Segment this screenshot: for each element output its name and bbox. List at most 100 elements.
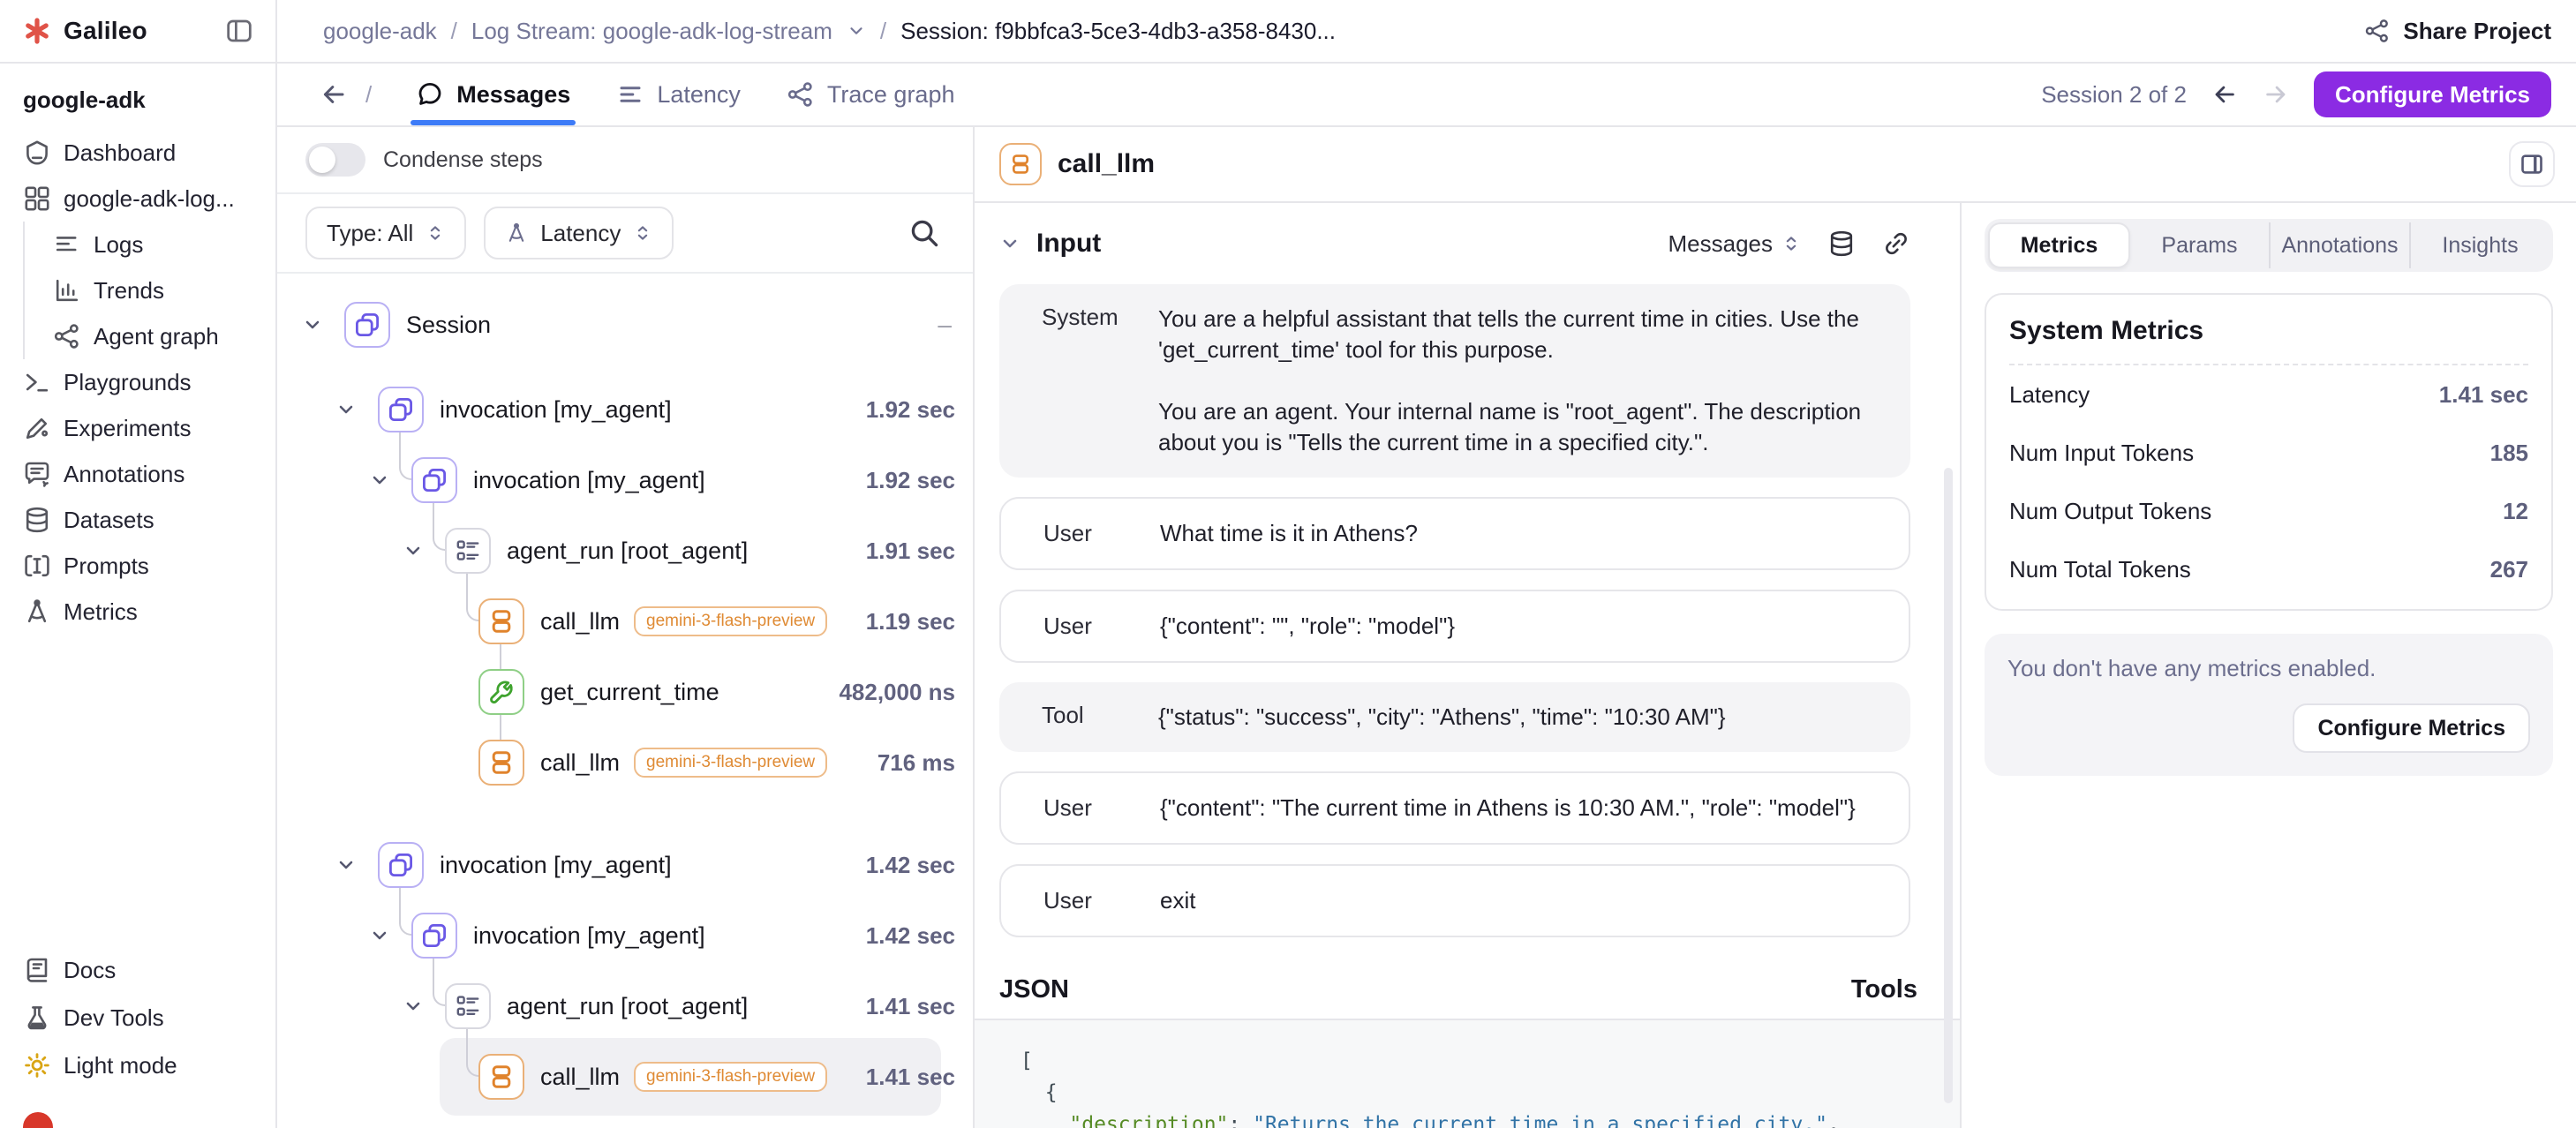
tree-row-agent-run-root-agent[interactable]: agent_run [root_agent]1.91 sec bbox=[277, 515, 973, 586]
search-icon[interactable] bbox=[908, 216, 941, 250]
configure-metrics-secondary-button[interactable]: Configure Metrics bbox=[2293, 703, 2530, 753]
flask-icon bbox=[23, 1004, 51, 1032]
collapse-sidebar-icon[interactable] bbox=[224, 16, 254, 46]
sidebar-item-dashboard[interactable]: Dashboard bbox=[0, 130, 275, 176]
metrics-empty-card: You don't have any metrics enabled. Conf… bbox=[1985, 634, 2553, 776]
expand-chevron-icon[interactable] bbox=[335, 399, 357, 420]
tab-trace-graph[interactable]: Trace graph bbox=[764, 64, 978, 125]
sidebar-item-agent-graph[interactable]: Agent graph bbox=[23, 313, 275, 359]
scrollbar-thumb[interactable] bbox=[1944, 468, 1953, 1103]
type-filter-dropdown[interactable]: Type: All bbox=[305, 207, 466, 259]
breadcrumb-log-stream[interactable]: Log Stream: google-adk-log-stream bbox=[471, 18, 832, 45]
sidebar-header: Galileo bbox=[0, 0, 275, 64]
message-card-user[interactable]: Userexit bbox=[999, 864, 1910, 937]
sidebar-item-dev-tools[interactable]: Dev Tools bbox=[0, 994, 275, 1042]
sidebar-item-label: Agent graph bbox=[94, 323, 219, 350]
span-duration: 1.42 sec bbox=[866, 900, 955, 971]
expand-chevron-icon[interactable] bbox=[369, 470, 390, 491]
app-window: Galileo google-adk Dashboardgoogle-adk-l… bbox=[0, 0, 2576, 1128]
tree-row-get-current-time[interactable]: get_current_time482,000 ns bbox=[277, 657, 973, 727]
metrics-panel-tabs: MetricsParamsAnnotationsInsights bbox=[1985, 219, 2553, 272]
tree-row-agent-run-root-agent[interactable]: agent_run [root_agent]1.41 sec bbox=[277, 971, 973, 1042]
span-duration: 1.19 sec bbox=[866, 586, 955, 657]
sidebar-item-trends[interactable]: Trends bbox=[23, 267, 275, 313]
previous-session-icon[interactable] bbox=[2211, 81, 2238, 108]
tools-json-code: [ { "description": "Returns the current … bbox=[975, 1020, 1960, 1128]
expand-chevron-icon[interactable] bbox=[369, 925, 390, 946]
sidebar-item-light-mode[interactable]: Light mode bbox=[0, 1042, 275, 1089]
message-card-user[interactable]: User{"content": "The current time in Ath… bbox=[999, 771, 1910, 845]
tree-row-session[interactable]: Session– bbox=[277, 290, 973, 360]
tree-row-invocation-my-agent[interactable]: invocation [my_agent]1.42 sec bbox=[277, 830, 973, 900]
message-role: Tool bbox=[1042, 702, 1158, 733]
span-label: agent_run [root_agent] bbox=[507, 538, 748, 565]
sidebar-item-annotations[interactable]: Annotations bbox=[0, 451, 275, 497]
sidebar-item-label: Metrics bbox=[64, 598, 138, 626]
back-arrow-icon[interactable] bbox=[320, 80, 348, 109]
share-project-button[interactable]: Share Project bbox=[2364, 18, 2551, 45]
panel-tab-insights[interactable]: Insights bbox=[2409, 222, 2550, 268]
panel-tab-params[interactable]: Params bbox=[2130, 222, 2269, 268]
view-mode-select[interactable]: Messages bbox=[1668, 230, 1802, 258]
metric-label: Latency bbox=[2009, 381, 2090, 409]
app-title: Galileo bbox=[64, 17, 147, 45]
condense-steps-toggle[interactable] bbox=[305, 143, 365, 177]
model-badge: gemini-3-flash-preview bbox=[634, 748, 827, 778]
metric-value: 1.41 sec bbox=[2439, 381, 2528, 409]
tree-row-invocation-my-agent[interactable]: invocation [my_agent]1.92 sec bbox=[277, 374, 973, 445]
tree-row-invocation-my-agent[interactable]: invocation [my_agent]1.42 sec bbox=[277, 900, 973, 971]
sidebar-item-label: Playgrounds bbox=[64, 369, 192, 396]
tree-row-call-llm[interactable]: call_llmgemini-3-flash-preview1.19 sec bbox=[277, 586, 973, 657]
sidebar-item-prompts[interactable]: Prompts bbox=[0, 543, 275, 589]
message-card-tool[interactable]: Tool{"status": "success", "city": "Athen… bbox=[999, 682, 1910, 752]
raw-data-icon[interactable] bbox=[1827, 229, 1856, 258]
tab-messages[interactable]: Messages bbox=[393, 64, 593, 125]
message-card-system[interactable]: SystemYou are a helpful assistant that t… bbox=[999, 284, 1910, 478]
metric-row-num-total-tokens: Num Total Tokens267 bbox=[2009, 540, 2528, 598]
session-collapse-dash: – bbox=[938, 290, 952, 360]
collapse-input-icon[interactable] bbox=[999, 233, 1021, 254]
messages-list: SystemYou are a helpful assistant that t… bbox=[975, 284, 1960, 957]
tree-row-call-llm[interactable]: call_llmgemini-3-flash-preview1.41 sec bbox=[277, 1042, 973, 1112]
share-icon bbox=[2364, 18, 2391, 44]
expand-chevron-icon[interactable] bbox=[302, 314, 323, 335]
expand-chevron-icon[interactable] bbox=[403, 996, 424, 1017]
message-role: User bbox=[1043, 518, 1160, 549]
expand-chevron-icon[interactable] bbox=[335, 854, 357, 876]
sidebar-item-metrics[interactable]: Metrics bbox=[0, 589, 275, 635]
metric-label: Num Output Tokens bbox=[2009, 498, 2211, 525]
terminal-icon bbox=[23, 368, 51, 396]
llm-span-icon bbox=[478, 598, 524, 644]
panel-tab-metrics[interactable]: Metrics bbox=[1988, 222, 2130, 268]
message-role: User bbox=[1043, 611, 1160, 642]
sidebar-item-logs[interactable]: Logs bbox=[23, 222, 275, 267]
view-tab-bar: / MessagesLatencyTrace graph Session 2 o… bbox=[277, 64, 2576, 127]
metrics-empty-note: You don't have any metrics enabled. bbox=[2007, 655, 2530, 682]
sort-filter-dropdown[interactable]: Latency bbox=[484, 207, 674, 259]
toggle-right-panel-icon[interactable] bbox=[2509, 141, 2555, 187]
sidebar-item-label: Docs bbox=[64, 957, 116, 984]
metric-label: Num Total Tokens bbox=[2009, 556, 2191, 583]
sidebar-item-google-adk-log[interactable]: google-adk-log... bbox=[0, 176, 275, 222]
next-session-icon[interactable] bbox=[2263, 81, 2289, 108]
tab-latency[interactable]: Latency bbox=[593, 64, 764, 125]
span-detail-panel: Input Messages bbox=[975, 203, 1960, 1128]
configure-metrics-button[interactable]: Configure Metrics bbox=[2314, 71, 2551, 117]
message-text: What time is it in Athens? bbox=[1160, 518, 1866, 549]
expand-chevron-icon[interactable] bbox=[403, 540, 424, 561]
updown-chevron-icon bbox=[1781, 234, 1801, 253]
tree-row-call-llm[interactable]: call_llmgemini-3-flash-preview716 ms bbox=[277, 727, 973, 798]
chevron-down-icon[interactable] bbox=[847, 21, 866, 41]
breadcrumb-project[interactable]: google-adk bbox=[323, 18, 437, 45]
copy-link-icon[interactable] bbox=[1882, 229, 1910, 258]
sidebar-item-datasets[interactable]: Datasets bbox=[0, 497, 275, 543]
sidebar-item-docs[interactable]: Docs bbox=[0, 946, 275, 994]
sidebar-nav: Dashboardgoogle-adk-log...LogsTrends Agen… bbox=[0, 130, 275, 635]
message-card-user[interactable]: UserWhat time is it in Athens? bbox=[999, 497, 1910, 570]
message-card-user[interactable]: User{"content": "", "role": "model"} bbox=[999, 590, 1910, 663]
panel-tab-annotations[interactable]: Annotations bbox=[2269, 222, 2409, 268]
sidebar-item-experiments[interactable]: Experiments bbox=[0, 405, 275, 451]
span-label: call_llm bbox=[540, 1064, 620, 1091]
tree-row-invocation-my-agent[interactable]: invocation [my_agent]1.92 sec bbox=[277, 445, 973, 515]
sidebar-item-playgrounds[interactable]: Playgrounds bbox=[0, 359, 275, 405]
